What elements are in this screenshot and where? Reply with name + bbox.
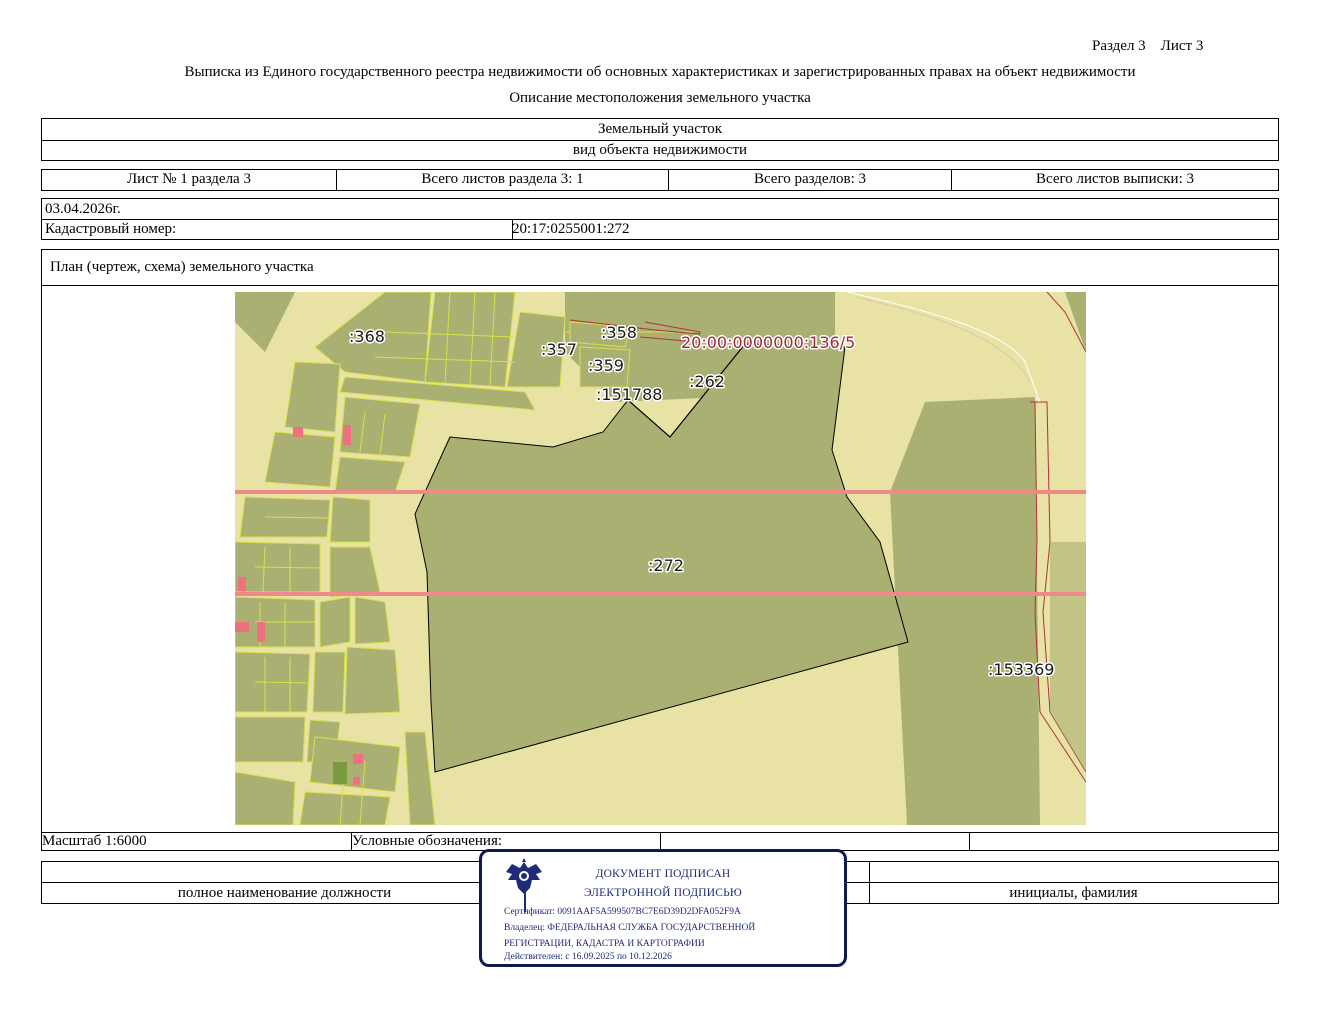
plan-title: План (чертеж, схема) земельного участка <box>42 250 1278 286</box>
name-caption: инициалы, фамилия <box>1009 885 1138 901</box>
label-357: :357 <box>541 340 577 359</box>
meta-box: 03.04.2026г. Кадастровый номер: 20:17:02… <box>41 198 1279 240</box>
cadastral-map: :368 :357 :358 :359 :151788 :262 20:00:0… <box>235 292 1086 825</box>
object-type-caption: вид объекта недвижимости <box>572 142 748 158</box>
cadastral-label: Кадастровый номер: <box>42 219 513 239</box>
extract-date: 03.04.2026г. <box>42 199 1278 220</box>
electronic-signature-stamp: ДОКУМЕНТ ПОДПИСАН ЭЛЕКТРОННОЙ ПОДПИСЬЮ С… <box>479 849 847 967</box>
sheets-row: Лист № 1 раздела 3 Всего листов раздела … <box>41 169 1279 191</box>
object-type-value: Земельный участок <box>42 119 1278 141</box>
label-zone: 20:00:0000000:136/5 <box>681 333 855 352</box>
green-building <box>333 762 347 784</box>
legend-cell-2 <box>661 833 970 850</box>
label-368: :368 <box>349 327 385 346</box>
zone-line-upper <box>235 490 1086 494</box>
stamp-valid: Действителен: с 16.09.2025 по 10.12.2026 <box>504 952 672 962</box>
label-151788: :151788 <box>596 385 662 404</box>
legend-cell-3 <box>970 833 1278 850</box>
legend-label: Условные обозначения: <box>351 833 661 850</box>
stamp-owner-line1: Владелец: ФЕДЕРАЛЬНАЯ СЛУЖБА ГОСУДАРСТВЕ… <box>504 923 756 933</box>
position-caption: полное наименование должности <box>177 885 392 901</box>
section-sheet-label: Раздел 3 Лист 3 <box>1092 38 1204 54</box>
zone-line-lower <box>235 592 1086 596</box>
sheets-in-section: Всего листов раздела 3: 1 <box>337 170 669 190</box>
stamp-line1: ДОКУМЕНТ ПОДПИСАН <box>595 868 731 880</box>
label-153369: :153369 <box>988 660 1054 679</box>
parcel-east <box>890 397 1040 825</box>
label-359: :359 <box>588 356 624 375</box>
label-272: :272 <box>648 556 684 575</box>
document-title: Выписка из Единого государственного реес… <box>184 64 1136 80</box>
label-262: :262 <box>689 372 725 391</box>
cadastral-number: 20:17:0255001:272 <box>512 221 630 237</box>
document-subtitle: Описание местоположения земельного участ… <box>509 90 811 106</box>
object-type-box: Земельный участок вид объекта недвижимос… <box>41 118 1279 161</box>
total-sheets: Всего листов выписки: 3 <box>1036 171 1194 187</box>
label-358: :358 <box>601 323 637 342</box>
stamp-certificate: Сертификат: 0091AAF5A599507BC7E6D39D2DFA… <box>504 907 741 917</box>
map-scale: Масштаб 1:6000 <box>42 833 147 849</box>
stamp-owner-line2: РЕГИСТРАЦИИ, КАДАСТРА И КАРТОГРАФИИ <box>504 939 705 949</box>
stamp-line2: ЭЛЕКТРОННОЙ ПОДПИСЬЮ <box>584 887 742 899</box>
sheet-number: Лист № 1 раздела 3 <box>42 170 337 190</box>
total-sections: Всего разделов: 3 <box>669 170 952 190</box>
